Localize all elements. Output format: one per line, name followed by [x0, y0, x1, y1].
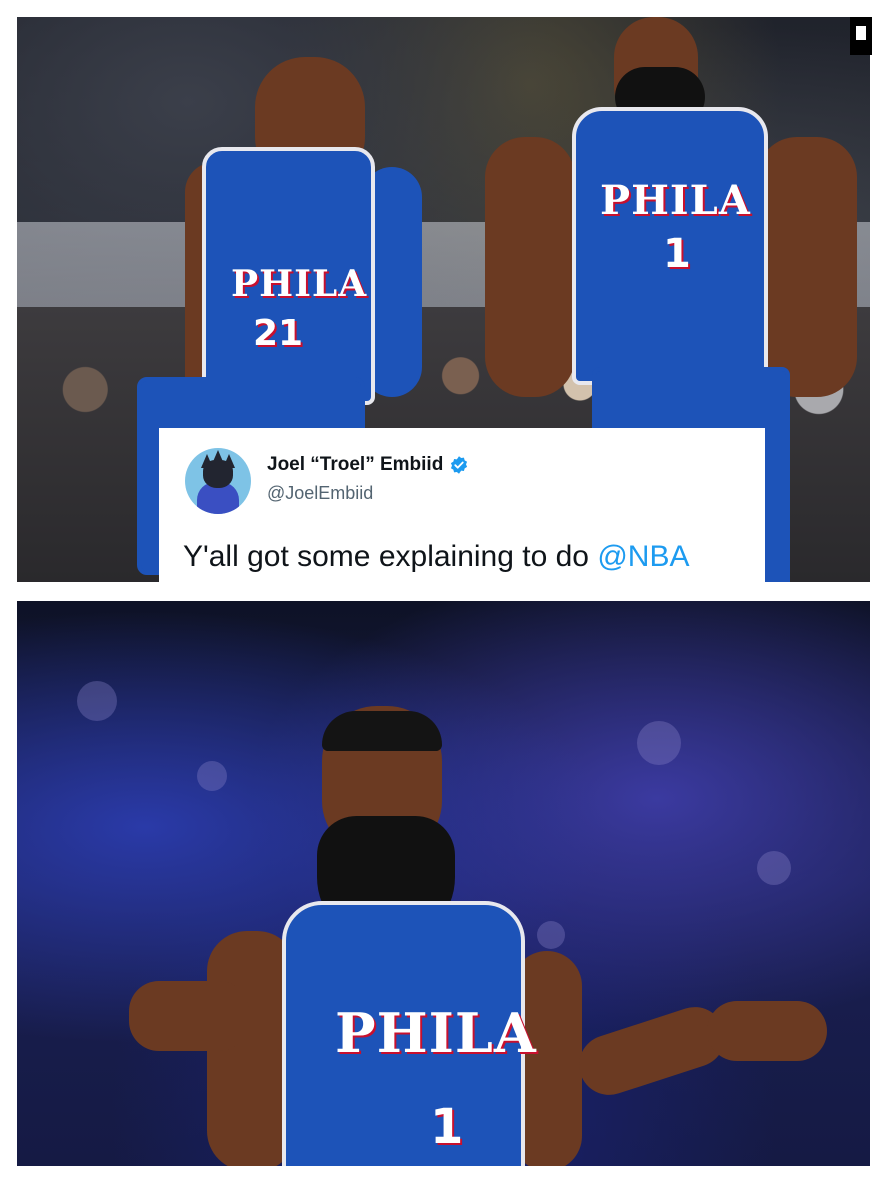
- jersey-word-1-bottom: PHILA: [335, 1001, 537, 1065]
- jersey-word-21: PHILA: [231, 263, 368, 305]
- tweet-body: Y'all got some explaining to do: [183, 540, 598, 573]
- jersey-number-21: 21: [253, 313, 304, 354]
- bottom-photo-panel: PHILA 1: [17, 601, 870, 1166]
- tweet-name-row: Joel “Troel” Embiid: [267, 454, 469, 476]
- cartoon-avatar-icon[interactable]: [185, 448, 251, 514]
- tweet-mention-link[interactable]: @NBA: [597, 540, 689, 573]
- jersey-word-1-top: PHILA: [600, 177, 751, 224]
- tweet-handle[interactable]: @JoelEmbiid: [267, 483, 373, 504]
- tweet-display-name[interactable]: Joel “Troel” Embiid: [267, 454, 443, 476]
- jersey-number-1-bottom: 1: [430, 1099, 464, 1155]
- corner-logo-icon: [850, 17, 872, 55]
- tweet-text: Y'all got some explaining to do @NBA: [183, 540, 689, 574]
- verified-badge-icon: [451, 456, 468, 474]
- jersey-number-1-top: 1: [663, 231, 691, 277]
- tweet-card[interactable]: Joel “Troel” Embiid @JoelEmbiid Y'all go…: [159, 428, 765, 582]
